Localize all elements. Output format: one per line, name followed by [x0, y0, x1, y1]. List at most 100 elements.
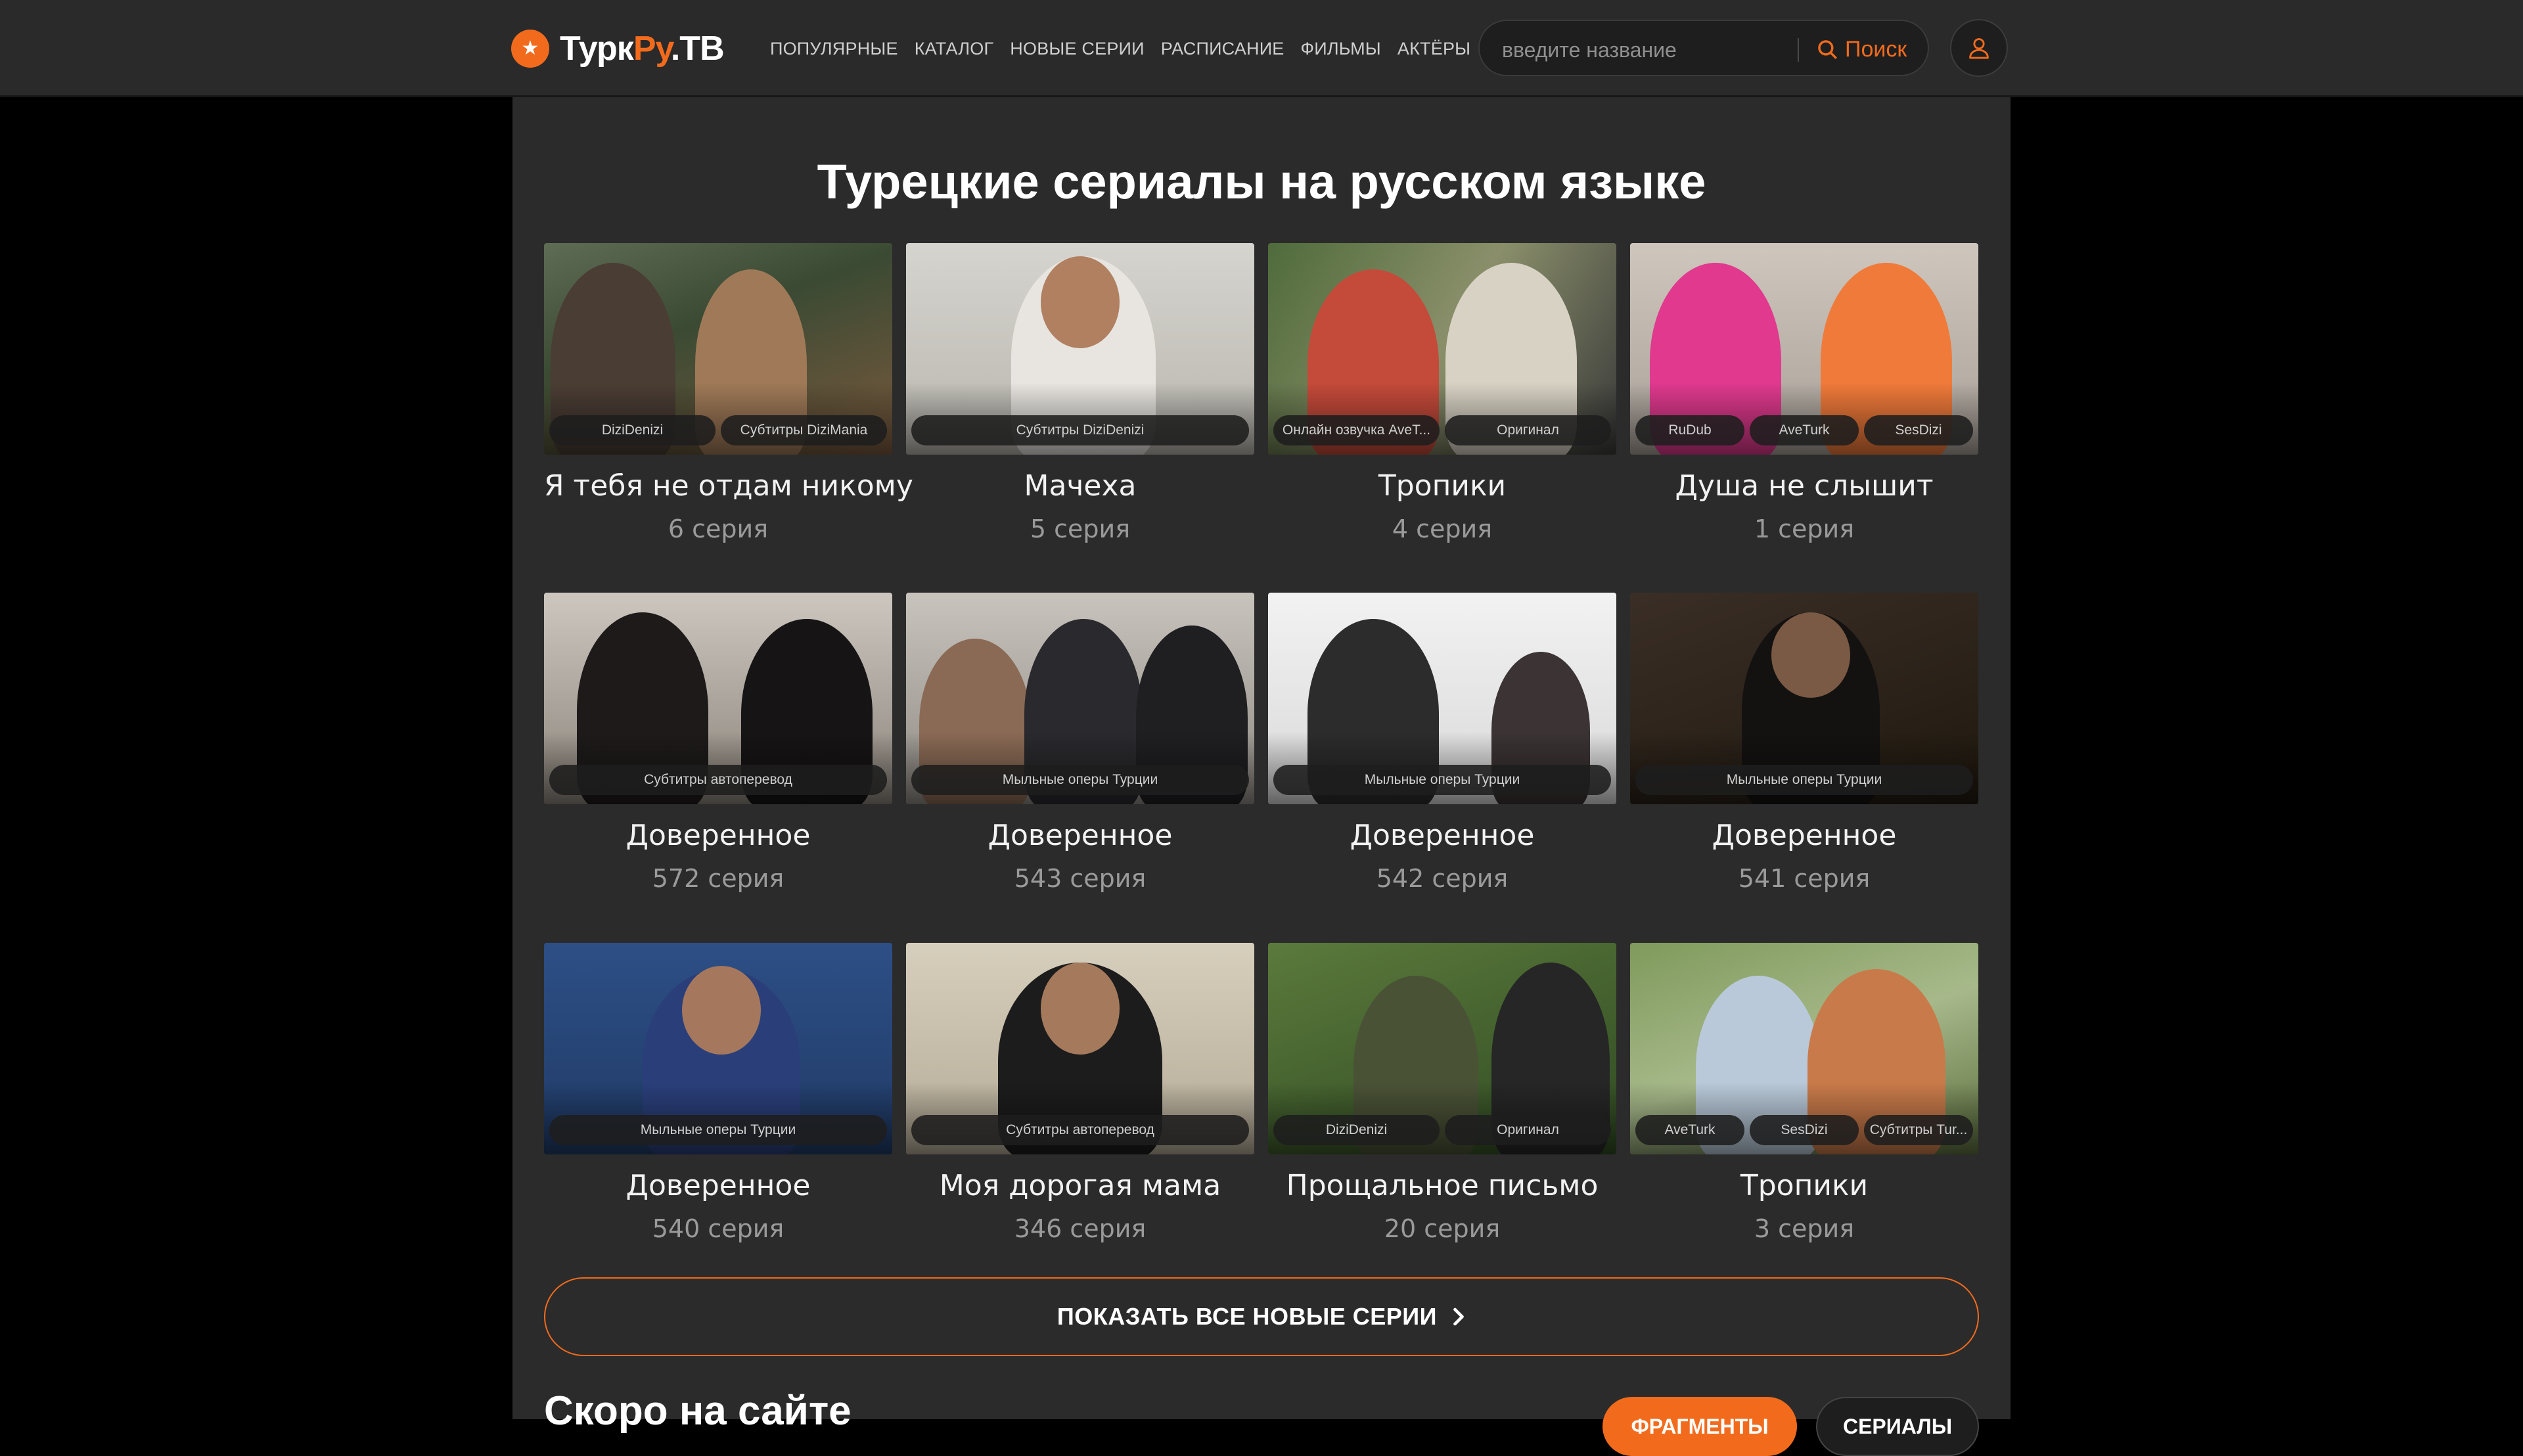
card-title: Мачеха — [1024, 469, 1137, 503]
site-header: ★ ТуркРу.ТВ ПОПУЛЯРНЫЕ КАТАЛОГ НОВЫЕ СЕР… — [0, 0, 2523, 97]
search-icon — [1818, 40, 1837, 59]
tag-list: Онлайн озвучка AveT... Оригинал — [1273, 415, 1611, 445]
source-tag: Субтитры Tur... — [1864, 1115, 1973, 1145]
search-bar: Поиск — [1478, 20, 1929, 76]
tag-list: Субтитры автоперевод — [911, 1115, 1249, 1145]
tag-list: AveTurk SesDizi Субтитры Tur... — [1635, 1115, 1973, 1145]
episode-thumbnail: AveTurk SesDizi Субтитры Tur... — [1630, 943, 1978, 1154]
logo-star-icon: ★ — [511, 30, 549, 68]
source-tag: Мыльные оперы Турции — [911, 765, 1249, 795]
user-account-button[interactable] — [1950, 19, 2008, 77]
search-button-label: Поиск — [1845, 36, 1907, 62]
episode-card[interactable]: DiziDenizi Субтитры DiziMania Я тебя не … — [544, 243, 913, 543]
source-tag: AveTurk — [1750, 415, 1859, 445]
section-title: Скоро на сайте — [544, 1388, 852, 1434]
source-tag: Мыльные оперы Турции — [549, 1115, 887, 1145]
source-tag: Онлайн озвучка AveT... — [1273, 415, 1440, 445]
episode-card[interactable]: Субтитры DiziDenizi Мачеха 5 серия — [906, 243, 1254, 543]
episode-card[interactable]: AveTurk SesDizi Субтитры Tur... Тропики … — [1630, 943, 1978, 1243]
logo-text: ТуркРу.ТВ — [560, 30, 725, 68]
search-divider — [1798, 38, 1799, 62]
source-tag: DiziDenizi — [549, 415, 716, 445]
tab-fragments[interactable]: ФРАГМЕНТЫ — [1602, 1397, 1797, 1456]
episode-card[interactable]: Мыльные оперы Турции Доверенное 540 сери… — [544, 943, 892, 1243]
search-button[interactable]: Поиск — [1816, 34, 1907, 64]
tag-list: RuDub AveTurk SesDizi — [1635, 415, 1973, 445]
card-title: Тропики — [1740, 1169, 1869, 1202]
episode-card[interactable]: Мыльные оперы Турции Доверенное 541 сери… — [1630, 593, 1978, 893]
user-icon — [1969, 38, 1989, 59]
source-tag: Оригинал — [1445, 1115, 1611, 1145]
source-tag: Субтитры DiziDenizi — [911, 415, 1249, 445]
show-all-new-episodes-button[interactable]: ПОКАЗАТЬ ВСЕ НОВЫЕ СЕРИИ — [544, 1277, 1979, 1356]
nav-schedule[interactable]: РАСПИСАНИЕ — [1161, 39, 1284, 59]
episode-card[interactable]: Онлайн озвучка AveT... Оригинал Тропики … — [1268, 243, 1616, 543]
tag-list: Субтитры автоперевод — [549, 765, 887, 795]
tag-list: Мыльные оперы Турции — [1635, 765, 1973, 795]
nav-new-episodes[interactable]: НОВЫЕ СЕРИИ — [1010, 39, 1144, 59]
episode-card[interactable]: Субтитры автоперевод Доверенное 572 сери… — [544, 593, 892, 893]
site-logo[interactable]: ★ ТуркРу.ТВ — [511, 29, 725, 68]
show-all-label: ПОКАЗАТЬ ВСЕ НОВЫЕ СЕРИИ — [1057, 1303, 1438, 1330]
main-content: Турецкие сериалы на русском языке DiziDe… — [512, 97, 2011, 1456]
card-episode: 4 серия — [1392, 514, 1493, 543]
tab-series[interactable]: СЕРИАЛЫ — [1816, 1397, 1979, 1456]
card-episode: 572 серия — [652, 864, 784, 893]
card-episode: 6 серия — [668, 514, 769, 543]
episode-thumbnail: RuDub AveTurk SesDizi — [1630, 243, 1978, 455]
nav-movies[interactable]: ФИЛЬМЫ — [1301, 39, 1381, 59]
episode-thumbnail: DiziDenizi Оригинал — [1268, 943, 1616, 1154]
episode-card[interactable]: Мыльные оперы Турции Доверенное 543 сери… — [906, 593, 1254, 893]
episode-card[interactable]: DiziDenizi Оригинал Прощальное письмо 20… — [1268, 943, 1616, 1243]
episode-thumbnail: Онлайн озвучка AveT... Оригинал — [1268, 243, 1616, 455]
nav-catalog[interactable]: КАТАЛОГ — [915, 39, 994, 59]
source-tag: Мыльные оперы Турции — [1273, 765, 1611, 795]
card-episode: 541 серия — [1738, 864, 1871, 893]
card-episode: 5 серия — [1030, 514, 1131, 543]
episode-thumbnail: Мыльные оперы Турции — [906, 593, 1254, 804]
episode-thumbnail: DiziDenizi Субтитры DiziMania — [544, 243, 892, 455]
search-input[interactable] — [1501, 35, 1819, 64]
source-tag: RuDub — [1635, 415, 1744, 445]
source-tag: AveTurk — [1635, 1115, 1744, 1145]
source-tag: Мыльные оперы Турции — [1635, 765, 1973, 795]
card-episode: 3 серия — [1754, 1214, 1855, 1243]
source-tag: Субтитры автоперевод — [549, 765, 887, 795]
card-episode: 346 серия — [1014, 1214, 1147, 1243]
episode-thumbnail: Мыльные оперы Турции — [1630, 593, 1978, 804]
chevron-right-icon — [1453, 1308, 1464, 1326]
card-title: Доверенное — [988, 819, 1173, 852]
episode-card[interactable]: RuDub AveTurk SesDizi Душа не слышит 1 с… — [1630, 243, 1978, 543]
nav-actors[interactable]: АКТЁРЫ — [1398, 39, 1470, 59]
episode-thumbnail: Мыльные оперы Турции — [1268, 593, 1616, 804]
source-tag: Субтитры DiziMania — [721, 415, 887, 445]
tag-list: Мыльные оперы Турции — [911, 765, 1249, 795]
episode-thumbnail: Мыльные оперы Турции — [544, 943, 892, 1154]
episode-thumbnail: Субтитры DiziDenizi — [906, 243, 1254, 455]
page-title: Турецкие сериалы на русском языке — [817, 154, 1706, 209]
card-episode: 540 серия — [652, 1214, 784, 1243]
card-episode: 20 серия — [1384, 1214, 1501, 1243]
tag-list: Мыльные оперы Турции — [1273, 765, 1611, 795]
episode-card[interactable]: Субтитры автоперевод Моя дорогая мама 34… — [906, 943, 1254, 1243]
source-tag: Оригинал — [1445, 415, 1611, 445]
card-title: Моя дорогая мама — [939, 1169, 1221, 1202]
episode-card[interactable]: Мыльные оперы Турции Доверенное 542 сери… — [1268, 593, 1616, 893]
card-title: Тропики — [1378, 469, 1507, 503]
card-episode: 542 серия — [1376, 864, 1509, 893]
episode-thumbnail: Субтитры автоперевод — [544, 593, 892, 804]
source-tag: SesDizi — [1750, 1115, 1859, 1145]
tag-list: DiziDenizi Субтитры DiziMania — [549, 415, 887, 445]
card-title: Доверенное — [1712, 819, 1897, 852]
nav-popular[interactable]: ПОПУЛЯРНЫЕ — [770, 39, 898, 59]
card-title: Доверенное — [625, 1169, 811, 1202]
main-nav: ПОПУЛЯРНЫЕ КАТАЛОГ НОВЫЕ СЕРИИ РАСПИСАНИ… — [770, 34, 1487, 63]
card-title: Душа не слышит — [1675, 469, 1934, 503]
card-title: Я тебя не отдам никому — [544, 469, 913, 503]
tag-list: Субтитры DiziDenizi — [911, 415, 1249, 445]
tag-list: DiziDenizi Оригинал — [1273, 1115, 1611, 1145]
card-title: Доверенное — [625, 819, 811, 852]
tag-list: Мыльные оперы Турции — [549, 1115, 887, 1145]
card-title: Прощальное письмо — [1286, 1169, 1599, 1202]
source-tag: SesDizi — [1864, 415, 1973, 445]
